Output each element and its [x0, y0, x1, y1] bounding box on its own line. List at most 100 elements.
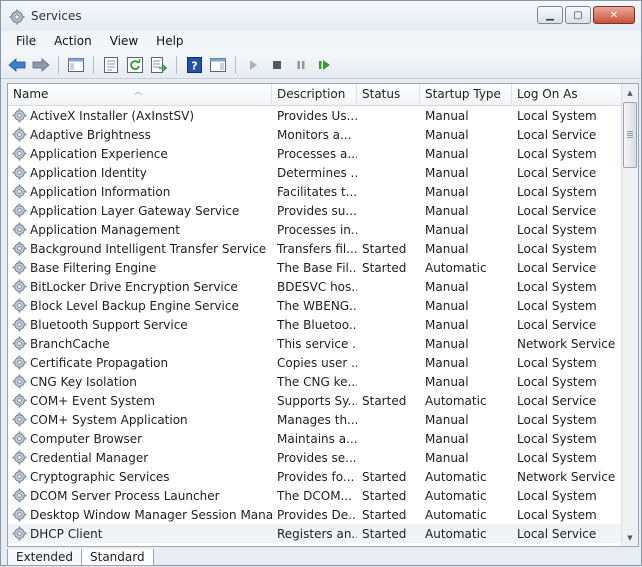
service-startup-type: Manual [425, 279, 469, 294]
service-row[interactable]: Application Layer Gateway Service Provid… [8, 201, 622, 220]
service-row[interactable]: BitLocker Drive Encryption Service BDESV… [8, 277, 622, 296]
service-gear-icon [12, 260, 27, 275]
restart-service-button[interactable] [315, 55, 335, 75]
vertical-scrollbar[interactable]: ▲ ▼ [621, 84, 638, 546]
service-name: Computer Browser [30, 431, 143, 446]
service-gear-icon [12, 450, 27, 465]
pause-service-button[interactable] [291, 55, 311, 75]
services-gear-icon [9, 9, 25, 25]
service-description: Transfers fil... [277, 241, 357, 256]
column-header-startup-type[interactable]: Startup Type [420, 84, 512, 106]
toolbar-separator [93, 55, 94, 74]
service-row[interactable]: Computer Browser Maintains a... Manual L… [8, 429, 622, 448]
tab-extended[interactable]: Extended [7, 549, 82, 566]
service-log-on-as: Local System [517, 374, 597, 389]
service-log-on-as: Local System [517, 241, 597, 256]
title-bar[interactable]: Services ▁ ▢ ✕ [1, 1, 641, 31]
back-arrow-icon [8, 57, 26, 72]
service-gear-icon [12, 412, 27, 427]
service-status: Started [362, 469, 407, 484]
service-row[interactable]: Block Level Backup Engine Service The WB… [8, 296, 622, 315]
service-startup-type: Manual [425, 146, 469, 161]
service-row[interactable]: Base Filtering Engine The Base Fil... St… [8, 258, 622, 277]
service-name-cell: COM+ Event System [8, 393, 272, 408]
service-log-on-as: Network Service [517, 336, 616, 351]
toolbar-separator [58, 55, 59, 74]
scrollbar-thumb[interactable] [623, 102, 637, 168]
service-startup-type: Automatic [425, 260, 487, 275]
service-log-on-as: Local Service [517, 165, 597, 180]
menu-view[interactable]: View [101, 34, 147, 48]
service-description: Supports Sy... [277, 393, 357, 408]
forward-button[interactable] [31, 55, 51, 75]
service-row[interactable]: CNG Key Isolation The CNG ke... Manual L… [8, 372, 622, 391]
service-row[interactable]: Application Identity Determines ... Manu… [8, 163, 622, 182]
scroll-down-arrow-icon[interactable]: ▼ [622, 529, 638, 546]
minimize-icon: ▁ [546, 9, 554, 21]
service-row[interactable]: Certificate Propagation Copies user ... … [8, 353, 622, 372]
column-header-label: Description [277, 87, 346, 101]
start-service-button[interactable] [243, 55, 263, 75]
stop-service-button[interactable] [267, 55, 287, 75]
service-status: Started [362, 260, 407, 275]
service-log-on-as: Local System [517, 298, 597, 313]
column-header-description[interactable]: Description [272, 84, 357, 106]
minimize-button[interactable]: ▁ [537, 6, 563, 24]
scroll-up-arrow-icon[interactable]: ▲ [622, 84, 638, 101]
column-header-log-on-as[interactable]: Log On As [512, 84, 622, 106]
service-row[interactable]: DCOM Server Process Launcher The DCOM...… [8, 486, 622, 505]
service-log-on-as: Local System [517, 279, 597, 294]
menu-help[interactable]: Help [147, 34, 192, 48]
service-log-on-as: Local System [517, 108, 597, 123]
service-gear-icon [12, 374, 27, 389]
maximize-button[interactable]: ▢ [565, 6, 591, 24]
service-description: BDESVC hos... [277, 279, 357, 294]
service-row[interactable]: Desktop Window Manager Session Manager P… [8, 505, 622, 524]
refresh-button[interactable] [125, 55, 145, 75]
service-row[interactable]: Application Experience Processes a... Ma… [8, 144, 622, 163]
service-description: Provides De... [277, 507, 357, 522]
help-button[interactable]: ? [184, 55, 204, 75]
service-name-cell: Background Intelligent Transfer Service [8, 241, 272, 256]
column-header-status[interactable]: Status [357, 84, 420, 106]
menu-action[interactable]: Action [45, 34, 101, 48]
service-gear-icon [12, 526, 27, 541]
menu-file[interactable]: File [7, 34, 45, 48]
service-row[interactable]: Adaptive Brightness Monitors a... Manual… [8, 125, 622, 144]
service-gear-icon [12, 393, 27, 408]
service-row[interactable]: Background Intelligent Transfer Service … [8, 239, 622, 258]
column-header-label: Log On As [517, 87, 578, 101]
service-name: Bluetooth Support Service [30, 317, 188, 332]
service-name: COM+ System Application [30, 412, 188, 427]
service-status: Started [362, 507, 407, 522]
properties-button[interactable] [101, 55, 121, 75]
services-window: Services ▁ ▢ ✕ File Action View Help ? N… [0, 0, 642, 566]
export-list-button[interactable] [149, 55, 169, 75]
back-button[interactable] [7, 55, 27, 75]
service-row[interactable]: DHCP Client Registers an... Started Auto… [8, 524, 622, 543]
svg-text:?: ? [191, 59, 197, 72]
service-row[interactable]: Cryptographic Services Provides fo... St… [8, 467, 622, 486]
service-name-cell: Application Identity [8, 165, 272, 180]
show-action-pane-button[interactable] [208, 55, 228, 75]
console-tree-icon [68, 57, 84, 72]
service-status: Started [362, 241, 407, 256]
service-gear-icon [12, 355, 27, 370]
tab-standard[interactable]: Standard [81, 549, 154, 566]
service-row[interactable]: Application Management Processes in... M… [8, 220, 622, 239]
close-button[interactable]: ✕ [593, 6, 635, 24]
view-tabs: Extended Standard [7, 549, 154, 567]
service-row[interactable]: COM+ Event System Supports Sy... Started… [8, 391, 622, 410]
service-gear-icon [12, 431, 27, 446]
restart-icon [319, 59, 330, 70]
service-row[interactable]: Application Information Facilitates t...… [8, 182, 622, 201]
service-row[interactable]: Credential Manager Provides se... Manual… [8, 448, 622, 467]
service-row[interactable]: COM+ System Application Manages th... Ma… [8, 410, 622, 429]
service-description: Provides Us... [277, 108, 357, 123]
service-row[interactable]: BranchCache This service ... Manual Netw… [8, 334, 622, 353]
service-row[interactable]: Bluetooth Support Service The Bluetoo...… [8, 315, 622, 334]
service-startup-type: Automatic [425, 507, 487, 522]
service-row[interactable]: ActiveX Installer (AxInstSV) Provides Us… [8, 106, 622, 125]
column-header-name[interactable]: Name ︿ [8, 84, 272, 106]
show-console-tree-button[interactable] [66, 55, 86, 75]
